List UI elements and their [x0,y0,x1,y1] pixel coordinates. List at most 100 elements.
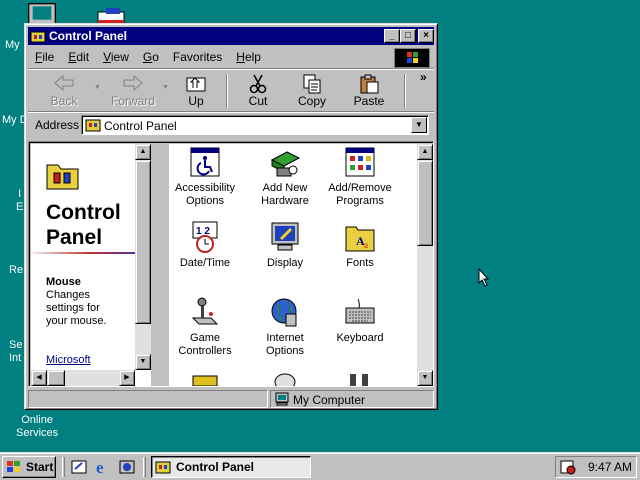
toolbar-separator [226,74,228,108]
desktop-label-online-services[interactable]: Online Services [16,414,58,440]
internet-explorer-icon[interactable]: e [94,458,112,476]
menu-file[interactable]: File [28,50,61,64]
items-scroll-down-button[interactable]: ▼ [417,370,433,386]
control-panel-small-icon [30,31,46,43]
copy-label: Copy [297,94,326,108]
item-internet-options[interactable]: Internet Options [249,296,321,358]
fonts-icon: Aa [345,226,375,252]
items-vscrollbar[interactable]: ▲ ▼ [417,144,433,386]
left-scroll-up-button[interactable]: ▲ [135,144,151,160]
items-vscroll-thumb[interactable] [417,160,433,246]
display-icon [271,222,299,251]
windows-flag-icon [7,461,20,472]
copy-icon [303,74,321,94]
system-tray: 9:47 AM [555,456,637,478]
back-dropdown-icon[interactable]: ▼ [94,84,101,91]
left-vscroll-thumb[interactable] [135,160,151,324]
close-button[interactable]: × [418,29,434,43]
item-fonts[interactable]: Aa Fonts [324,221,396,270]
clock[interactable]: 9:47 AM [588,460,632,474]
microsoft-link[interactable]: Microsoft [46,354,91,366]
multimedia-icon[interactable] [344,370,376,386]
desc-line2: settings for [46,302,100,314]
menu-go-accel: G [142,50,153,64]
scheduler-icon[interactable] [559,459,577,475]
copy-button[interactable]: Copy [284,72,340,110]
keyboard-icon [345,298,375,324]
desktop-label-setup-internet[interactable]: Se Int [9,339,22,365]
items-view: Accessibility Options Add New Hardware Add… [169,144,417,386]
menu-view-accel: V [103,50,111,64]
address-label: Address [35,118,80,132]
selected-item-name: Mouse [46,276,81,288]
menu-favorites-label: Favorites [172,50,223,64]
toolbar-divider [28,111,434,113]
item-keyboard[interactable]: Keyboard [324,296,396,345]
up-button[interactable]: Up [172,72,220,110]
item-accessibility-options[interactable]: Accessibility Options [169,146,241,208]
item-add-new-hardware[interactable]: Add New Hardware [249,146,321,208]
globe-icon [271,298,297,327]
menu-view[interactable]: View [96,50,136,64]
desktop-label-recycle-bin[interactable]: Re [9,264,23,277]
web-view-pane: Control Panel Mouse Changes settings for yo… [31,144,151,386]
minimize-button[interactable]: _ [384,29,400,43]
menu-favorites[interactable]: Favorites [166,50,229,64]
cut-button[interactable]: Cut [232,72,284,110]
item-add-remove-programs[interactable]: Add/Remove Programs [324,146,396,208]
channels-icon[interactable] [118,459,136,475]
pane-title: Control Panel [46,200,121,250]
my-computer-small-icon [275,392,289,406]
forward-label: Forward [110,94,155,108]
items-scroll-up-button[interactable]: ▲ [417,144,433,160]
control-panel-window[interactable]: Control Panel _ □ × File Edit View Go Fa… [24,23,438,410]
maximize-button[interactable]: □ [400,29,416,43]
scroll-right-button[interactable]: ▶ [119,370,135,386]
toolbar-separator-2 [404,74,406,108]
taskbar-button-control-panel[interactable]: Control Panel [151,456,311,478]
windows-logo-icon [394,48,430,68]
address-dropdown-button[interactable]: ▼ [411,117,427,133]
hscroll-thumb[interactable] [47,370,65,386]
item-game-controllers[interactable]: Game Controllers [169,296,241,358]
address-value: Control Panel [104,119,177,133]
item-label-line2: Programs [336,195,384,207]
scissors-icon [249,74,267,94]
forward-arrow-icon [123,74,143,92]
item-label-line1: Keyboard [336,332,384,344]
paste-button[interactable]: Paste [340,72,398,110]
menu-view-label: iew [110,50,129,64]
forward-button[interactable]: Forward [102,72,164,110]
svg-text:a: a [364,240,368,250]
desktop-label-internet-explorer[interactable]: I E [16,188,23,214]
item-label-line1: Add New [262,182,308,194]
scroll-left-button[interactable]: ◀ [31,370,47,386]
item-date-time[interactable]: 1 2 Date/Time [169,221,241,270]
pane-splitter[interactable] [151,144,169,386]
menu-go[interactable]: Go [136,50,166,64]
left-scroll-down-button[interactable]: ▼ [135,354,151,370]
item-label-line1: Add/Remove [328,182,392,194]
modems-icon[interactable] [189,370,221,386]
clock-icon: 1 2 [192,221,218,253]
forward-dropdown-icon[interactable]: ▼ [162,84,169,91]
address-field[interactable]: Control Panel ▼ [81,115,429,135]
item-label-line1: Internet [266,332,304,344]
title-bar[interactable]: Control Panel _ □ × [28,27,434,45]
item-label-line1: Date/Time [179,257,231,269]
back-button[interactable]: Back [36,72,92,110]
left-pane-hscrollbar[interactable]: ◀ ▶ [31,370,135,386]
menu-edit[interactable]: Edit [61,50,96,64]
show-desktop-icon[interactable] [70,459,88,475]
menu-edit-label: dit [76,50,90,64]
toolbar-more-icon[interactable]: » [420,70,427,84]
start-button[interactable]: Start [2,456,56,478]
hardware-icon [270,151,301,177]
left-pane-vscrollbar[interactable]: ▲ ▼ [135,144,151,370]
menu-help[interactable]: Help [229,50,268,64]
content-area: Control Panel Mouse Changes settings for yo… [28,141,434,387]
item-label-line2: Controllers [178,345,232,357]
mouse-icon[interactable] [269,370,301,386]
desktop-label-my-computer[interactable]: My [5,39,20,52]
item-display[interactable]: Display [249,221,321,270]
